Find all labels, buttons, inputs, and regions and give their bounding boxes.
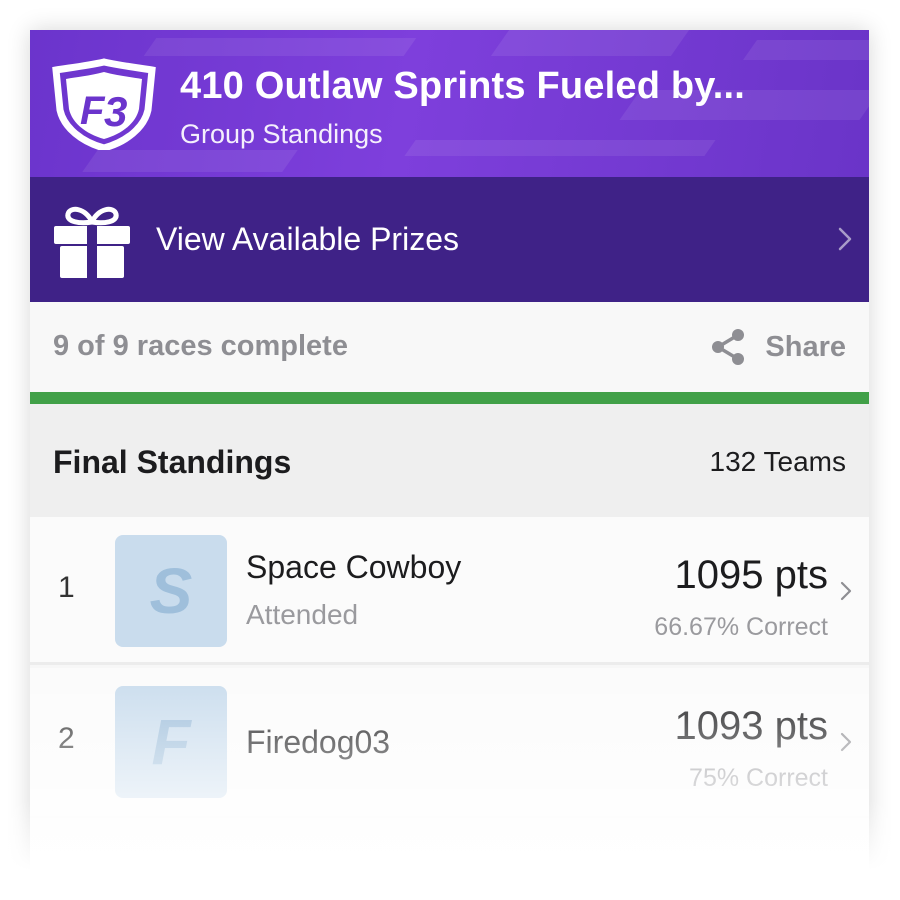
race-progress-row: 9 of 9 races complete Share — [30, 302, 869, 392]
svg-text:F: F — [80, 89, 106, 133]
team-correct-percent: 75% Correct — [689, 764, 828, 792]
gift-icon — [54, 206, 130, 278]
avatar: S — [115, 535, 227, 647]
avatar-letter: S — [149, 555, 193, 627]
view-prizes-label: View Available Prizes — [156, 221, 459, 257]
chevron-right-icon — [838, 227, 852, 251]
standings-row[interactable]: 1 S Space Cowboy Attended 1095 pts 66.67… — [30, 517, 869, 665]
avatar-letter: F — [151, 706, 191, 778]
team-points: 1095 pts — [674, 553, 828, 597]
final-standings-header: Final Standings 132 Teams — [30, 404, 869, 517]
final-standings-title: Final Standings — [53, 444, 292, 480]
share-label: Share — [765, 331, 846, 363]
team-correct-percent: 66.67% Correct — [654, 613, 828, 641]
share-button[interactable]: Share — [706, 326, 846, 370]
view-prizes-button[interactable]: View Available Prizes — [30, 177, 869, 302]
team-points: 1093 pts — [674, 704, 828, 748]
row-divider — [30, 662, 869, 665]
teams-count: 132 Teams — [709, 446, 846, 477]
team-name: Firedog03 — [246, 724, 391, 760]
race-progress-fill — [30, 392, 869, 404]
races-complete-text: 9 of 9 races complete — [53, 330, 348, 362]
rank-number: 2 — [58, 722, 75, 755]
team-name: Space Cowboy — [246, 549, 462, 585]
chevron-right-icon — [840, 732, 852, 752]
svg-text:3: 3 — [104, 88, 127, 135]
avatar: F — [115, 686, 227, 798]
chevron-right-icon — [840, 581, 852, 601]
team-status: Attended — [246, 599, 359, 630]
share-icon — [712, 329, 744, 365]
event-subtitle: Group Standings — [180, 119, 383, 149]
rank-number: 1 — [58, 571, 75, 604]
race-progress-bar — [30, 392, 869, 404]
event-header: F 3 410 Outlaw Sprints Fueled by... Grou… — [30, 30, 869, 177]
standings-row[interactable]: 2 F Firedog03 1093 pts 75% Correct — [30, 668, 869, 816]
f3-logo-icon: F 3 — [52, 58, 156, 150]
standings-card: F 3 410 Outlaw Sprints Fueled by... Grou… — [30, 30, 869, 900]
event-title: 410 Outlaw Sprints Fueled by... — [180, 65, 746, 107]
